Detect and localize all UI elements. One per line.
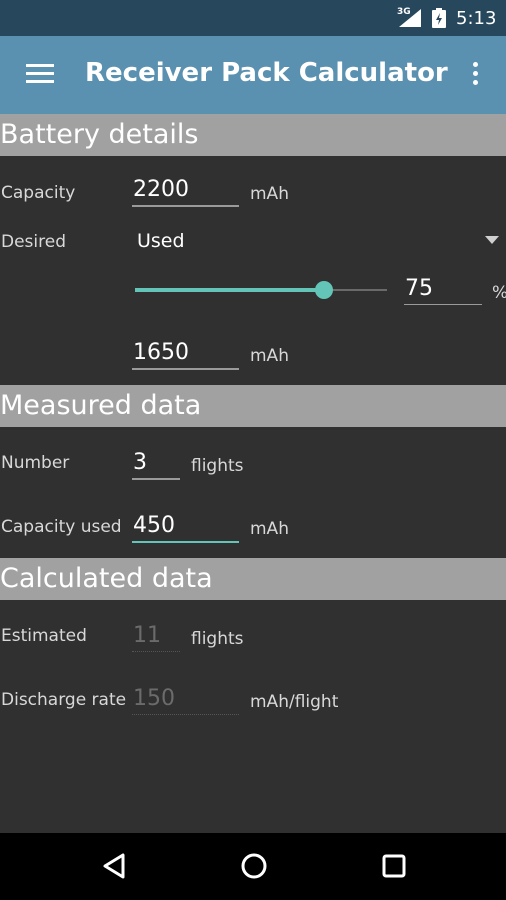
signal-icon: [399, 9, 421, 27]
discharge-rate-value: 150: [132, 686, 239, 715]
desired-selected-value: Used: [137, 230, 185, 252]
back-icon[interactable]: [101, 852, 127, 880]
desired-dropdown[interactable]: Used: [130, 222, 502, 262]
capacity-input[interactable]: 2200: [132, 177, 239, 207]
section-measured-data: Measured data: [0, 385, 506, 427]
capacity-used-unit: mAh: [250, 519, 289, 539]
percent-input[interactable]: 75: [404, 276, 482, 305]
number-input[interactable]: 3: [132, 450, 180, 480]
clock: 5:13: [456, 8, 497, 29]
percent-unit: %: [492, 283, 506, 303]
estimated-unit: flights: [191, 629, 244, 649]
capacity-label: Capacity: [1, 183, 76, 203]
home-icon[interactable]: [240, 852, 268, 880]
estimated-flights-value: 11: [132, 623, 180, 652]
slider-fill: [135, 288, 324, 292]
hamburger-menu-icon[interactable]: [26, 64, 54, 86]
estimated-label: Estimated: [1, 626, 87, 646]
slider-thumb[interactable]: [315, 281, 333, 299]
desired-label: Desired: [1, 232, 66, 252]
app-title: Receiver Pack Calculator: [85, 58, 448, 88]
status-bar: 3G 5:13: [0, 0, 506, 36]
app-bar: Receiver Pack Calculator: [0, 36, 506, 114]
usable-capacity-value: 1650: [132, 340, 239, 370]
battery-icon: [432, 8, 446, 28]
recents-icon[interactable]: [382, 854, 406, 878]
section-battery-details: Battery details: [0, 114, 506, 156]
chevron-down-icon: [485, 236, 499, 244]
percent-slider[interactable]: [135, 279, 387, 301]
usable-capacity-unit: mAh: [250, 346, 289, 366]
overflow-menu-icon[interactable]: [471, 62, 479, 88]
capacity-unit: mAh: [250, 184, 289, 204]
discharge-rate-label: Discharge rate: [1, 690, 127, 710]
capacity-used-input[interactable]: 450: [132, 513, 239, 543]
navigation-bar: [0, 833, 506, 900]
number-unit: flights: [191, 456, 244, 476]
section-calculated-data: Calculated data: [0, 558, 506, 600]
capacity-used-label: Capacity used: [1, 517, 122, 537]
discharge-rate-unit: mAh/flight: [250, 692, 339, 712]
number-label: Number: [1, 453, 70, 473]
